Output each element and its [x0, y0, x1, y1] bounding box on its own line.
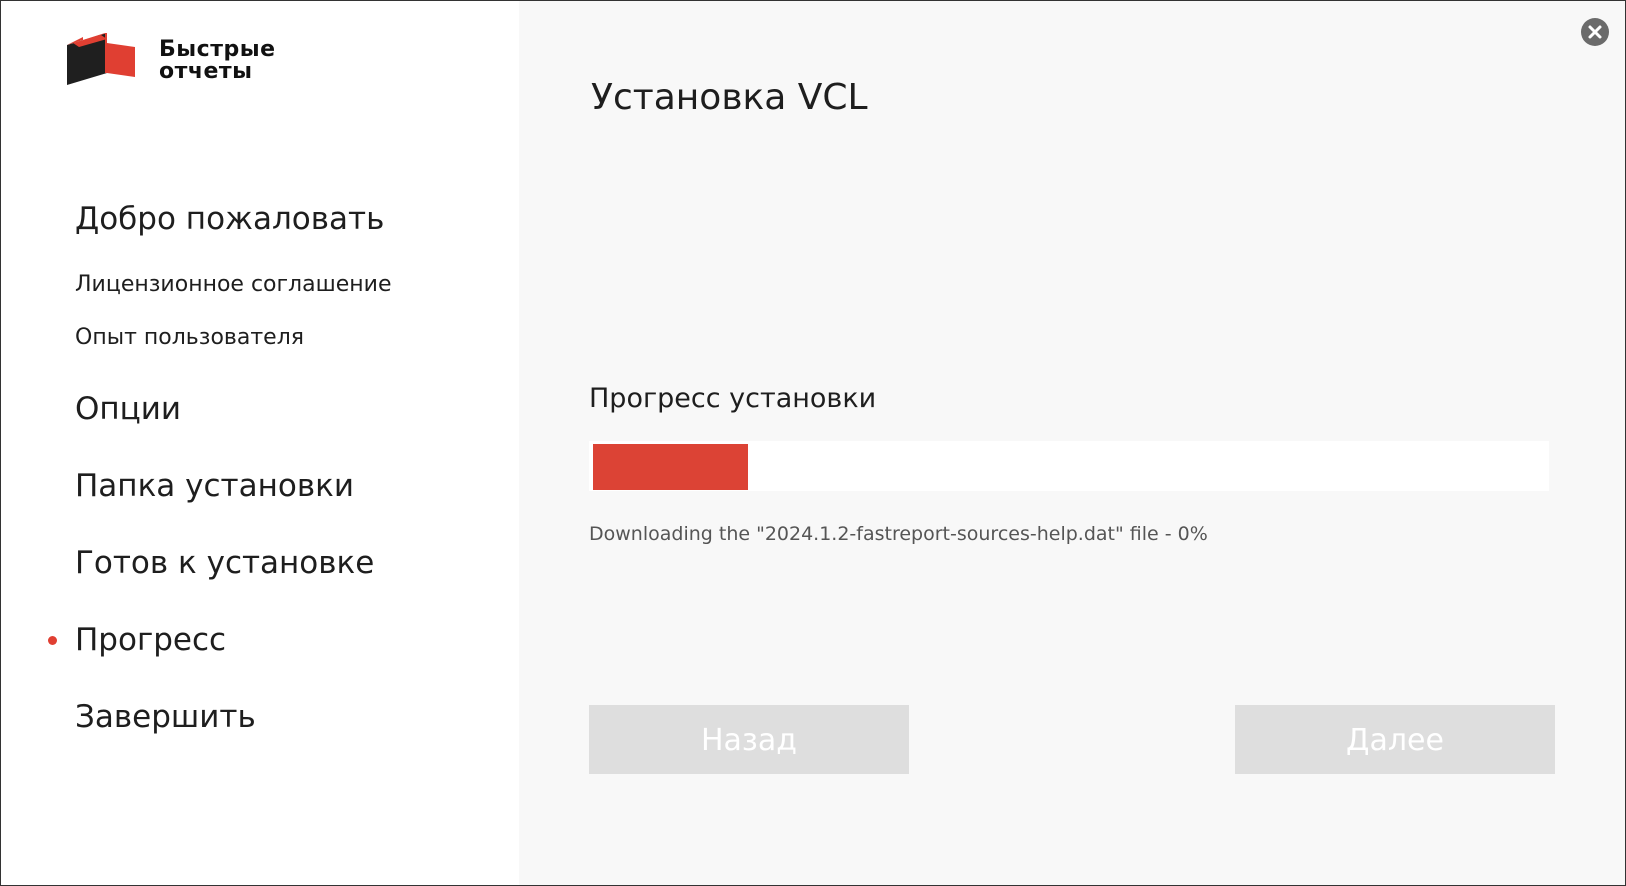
active-step-indicator: [48, 636, 57, 645]
logo-line-2: отчеты: [159, 59, 253, 84]
back-button[interactable]: Назад: [589, 705, 909, 774]
sidebar: Быстрые отчеты Добро пожаловать Лицензио…: [1, 1, 519, 885]
nav-item-ready-to-install[interactable]: Готов к установке: [75, 545, 374, 581]
nav-item-options[interactable]: Опции: [75, 391, 181, 427]
close-button[interactable]: [1581, 18, 1609, 46]
nav-item-welcome[interactable]: Добро пожаловать: [75, 201, 384, 237]
progress-bar: [589, 441, 1549, 491]
page-title: Установка VCL: [591, 77, 868, 118]
logo-line-1: Быстрые: [159, 37, 276, 62]
progress-bar-fill: [593, 444, 748, 490]
nav-item-install-folder[interactable]: Папка установки: [75, 468, 354, 504]
nav-item-finish[interactable]: Завершить: [75, 699, 256, 735]
logo: Быстрые отчеты: [67, 31, 367, 95]
next-button[interactable]: Далее: [1235, 705, 1555, 774]
installer-window: Быстрые отчеты Добро пожаловать Лицензио…: [0, 0, 1626, 886]
logo-text: Быстрые отчеты: [159, 39, 276, 83]
nav-item-progress[interactable]: Прогресс: [75, 622, 226, 658]
nav-item-license-agreement[interactable]: Лицензионное соглашение: [75, 272, 392, 297]
red-black-cube-logo-icon: [67, 33, 135, 85]
nav-item-user-experience[interactable]: Опыт пользователя: [75, 325, 304, 350]
main-panel: Установка VCL Прогресс установки Downloa…: [519, 1, 1625, 885]
download-status-text: Downloading the "2024.1.2-fastreport-sou…: [589, 523, 1208, 545]
close-icon: [1588, 25, 1602, 39]
progress-label: Прогресс установки: [589, 383, 877, 414]
